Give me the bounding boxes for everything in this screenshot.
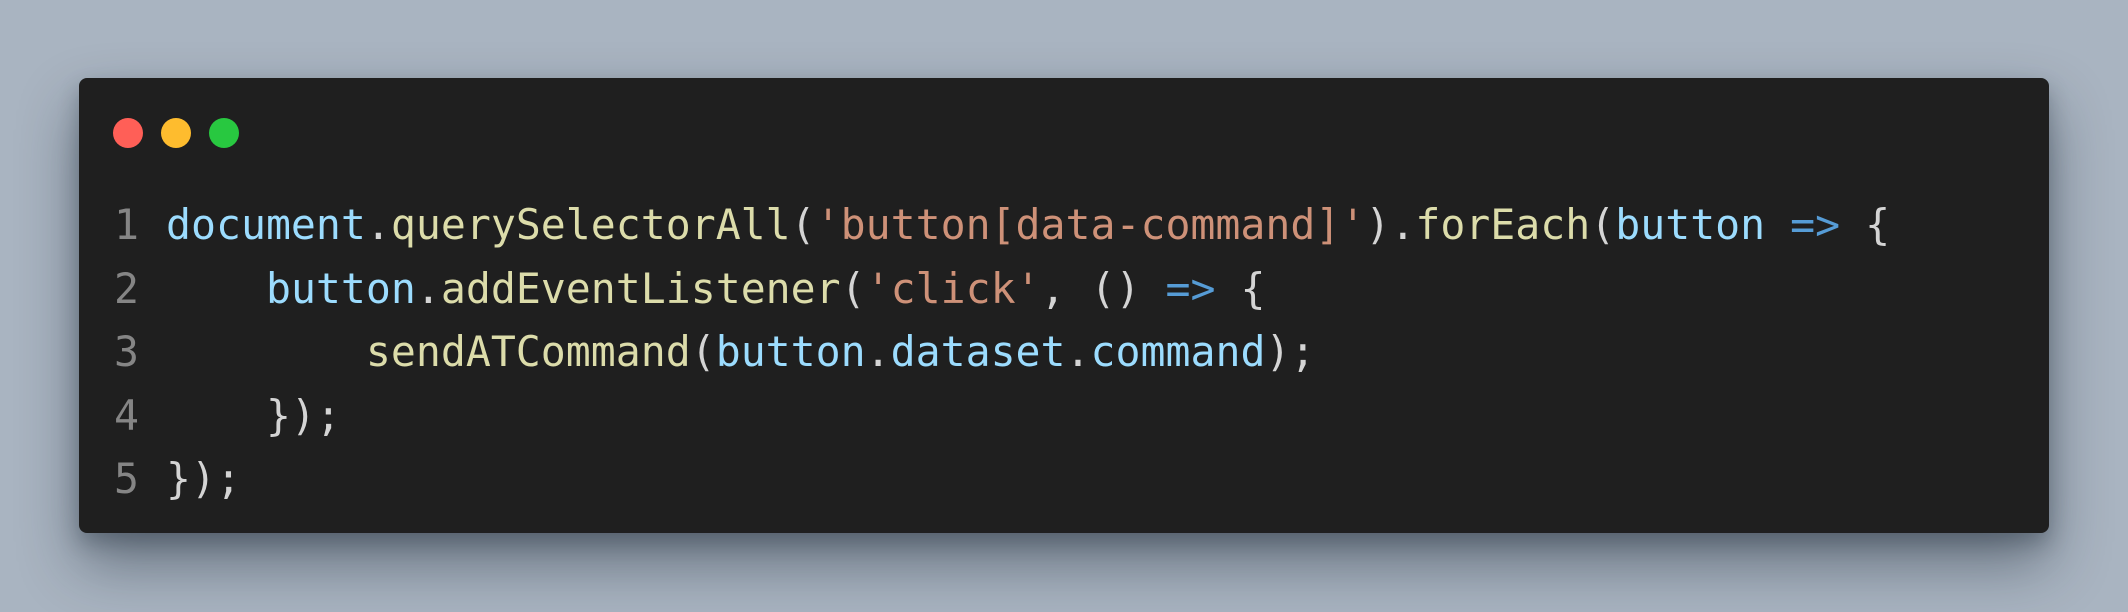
line-number: 3 <box>114 327 139 376</box>
code-token: }); <box>166 390 341 440</box>
line-number: 4 <box>114 390 139 440</box>
code-token: , () <box>1040 263 1166 313</box>
minimize-dot-icon[interactable] <box>161 118 191 148</box>
code-token: ( <box>840 263 866 313</box>
line-number: 5 <box>114 454 139 503</box>
code-line: 2 button.addEventListener('click', () =>… <box>79 257 2049 321</box>
code-token: . <box>865 327 891 376</box>
line-number: 1 <box>114 200 139 249</box>
code-token: 'click' <box>865 263 1041 313</box>
code-token: . <box>415 263 441 313</box>
code-token: forEach <box>1415 200 1591 249</box>
maximize-dot-icon[interactable] <box>209 118 239 148</box>
line-number: 2 <box>114 263 139 313</box>
code-token: button <box>715 327 866 376</box>
code-token: 'button[data-command]' <box>815 200 1366 249</box>
code-token: sendATCommand <box>365 327 691 376</box>
code-token: dataset <box>890 327 1066 376</box>
code-token: ( <box>790 200 816 249</box>
code-token: button <box>1615 200 1766 249</box>
code-line: 4 }); <box>79 384 2049 448</box>
code-line: 1 document.querySelectorAll('button[data-… <box>79 193 2049 257</box>
code-token: . <box>1065 327 1091 376</box>
code-token: querySelectorAll <box>390 200 791 249</box>
code-token: ( <box>690 327 716 376</box>
code-token: ( <box>1590 200 1616 249</box>
code-text: button.addEventListener('click', () => { <box>166 257 1266 321</box>
code-token: ). <box>1365 200 1416 249</box>
code-window: 1 document.querySelectorAll('button[data-… <box>79 78 2049 533</box>
code-text: document.querySelectorAll('button[data-c… <box>166 193 1890 257</box>
code-token: ); <box>1265 327 1316 376</box>
code-token: . <box>365 200 391 249</box>
code-token: => <box>1165 263 1216 313</box>
code-block: 1 document.querySelectorAll('button[data-… <box>79 193 2049 511</box>
code-text: }); <box>166 384 341 448</box>
close-dot-icon[interactable] <box>113 118 143 148</box>
code-token: }); <box>166 454 241 503</box>
code-token: => <box>1790 200 1841 249</box>
code-token: button <box>265 263 416 313</box>
code-line: 5}); <box>79 447 2049 511</box>
code-text: }); <box>166 447 241 511</box>
window-controls <box>113 118 239 148</box>
code-token: document <box>166 200 366 249</box>
code-text: sendATCommand(button.dataset.command); <box>166 320 1316 384</box>
code-token: addEventListener <box>440 263 841 313</box>
code-line: 3 sendATCommand(button.dataset.command); <box>79 320 2049 384</box>
code-token: { <box>1840 200 1891 249</box>
code-token: command <box>1090 327 1266 376</box>
code-token: { <box>1215 263 1266 313</box>
